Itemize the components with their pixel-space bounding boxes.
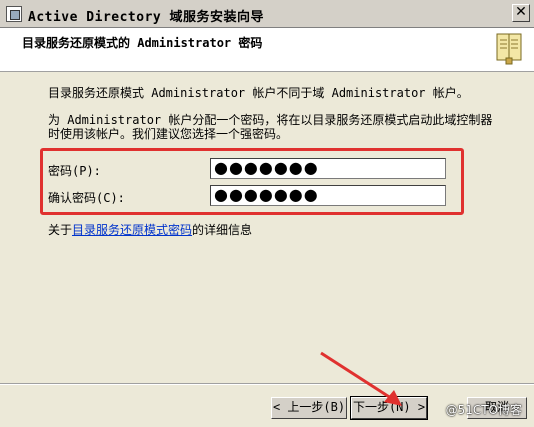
book-icon [496, 33, 522, 65]
info-link-suffix: 的详细信息 [192, 223, 253, 237]
info-paragraph-1: 目录服务还原模式 Administrator 帐户不同于域 Administra… [48, 86, 469, 100]
close-button[interactable]: ✕ [512, 4, 530, 22]
confirm-password-input[interactable]: ●●●●●●● [210, 185, 446, 206]
password-input[interactable]: ●●●●●●● [210, 158, 446, 179]
info-link-prefix: 关于 [48, 223, 73, 237]
window-title: Active Directory 域服务安装向导 [28, 10, 265, 25]
info-paragraph-2-line-2: 时使用该帐户。我们建议您选择一个强密码。 [48, 127, 289, 141]
footer-divider [0, 383, 534, 385]
wizard-header: 目录服务还原模式的 Administrator 密码 [0, 28, 534, 72]
back-button[interactable]: < 上一步(B) [271, 397, 347, 419]
info-link-line: 关于目录服务还原模式密码的详细信息 [48, 221, 252, 238]
next-button[interactable]: 下一步(N) > [350, 396, 428, 420]
title-bar: Active Directory 域服务安装向导 ✕ [0, 0, 534, 28]
page-title: 目录服务还原模式的 Administrator 密码 [22, 36, 263, 50]
app-icon [6, 6, 22, 22]
restore-mode-password-link[interactable]: 目录服务还原模式密码 [72, 223, 192, 237]
confirm-password-label: 确认密码(C): [48, 191, 125, 205]
password-label: 密码(P): [48, 164, 101, 178]
watermark: @51CTO博客 [445, 403, 522, 417]
